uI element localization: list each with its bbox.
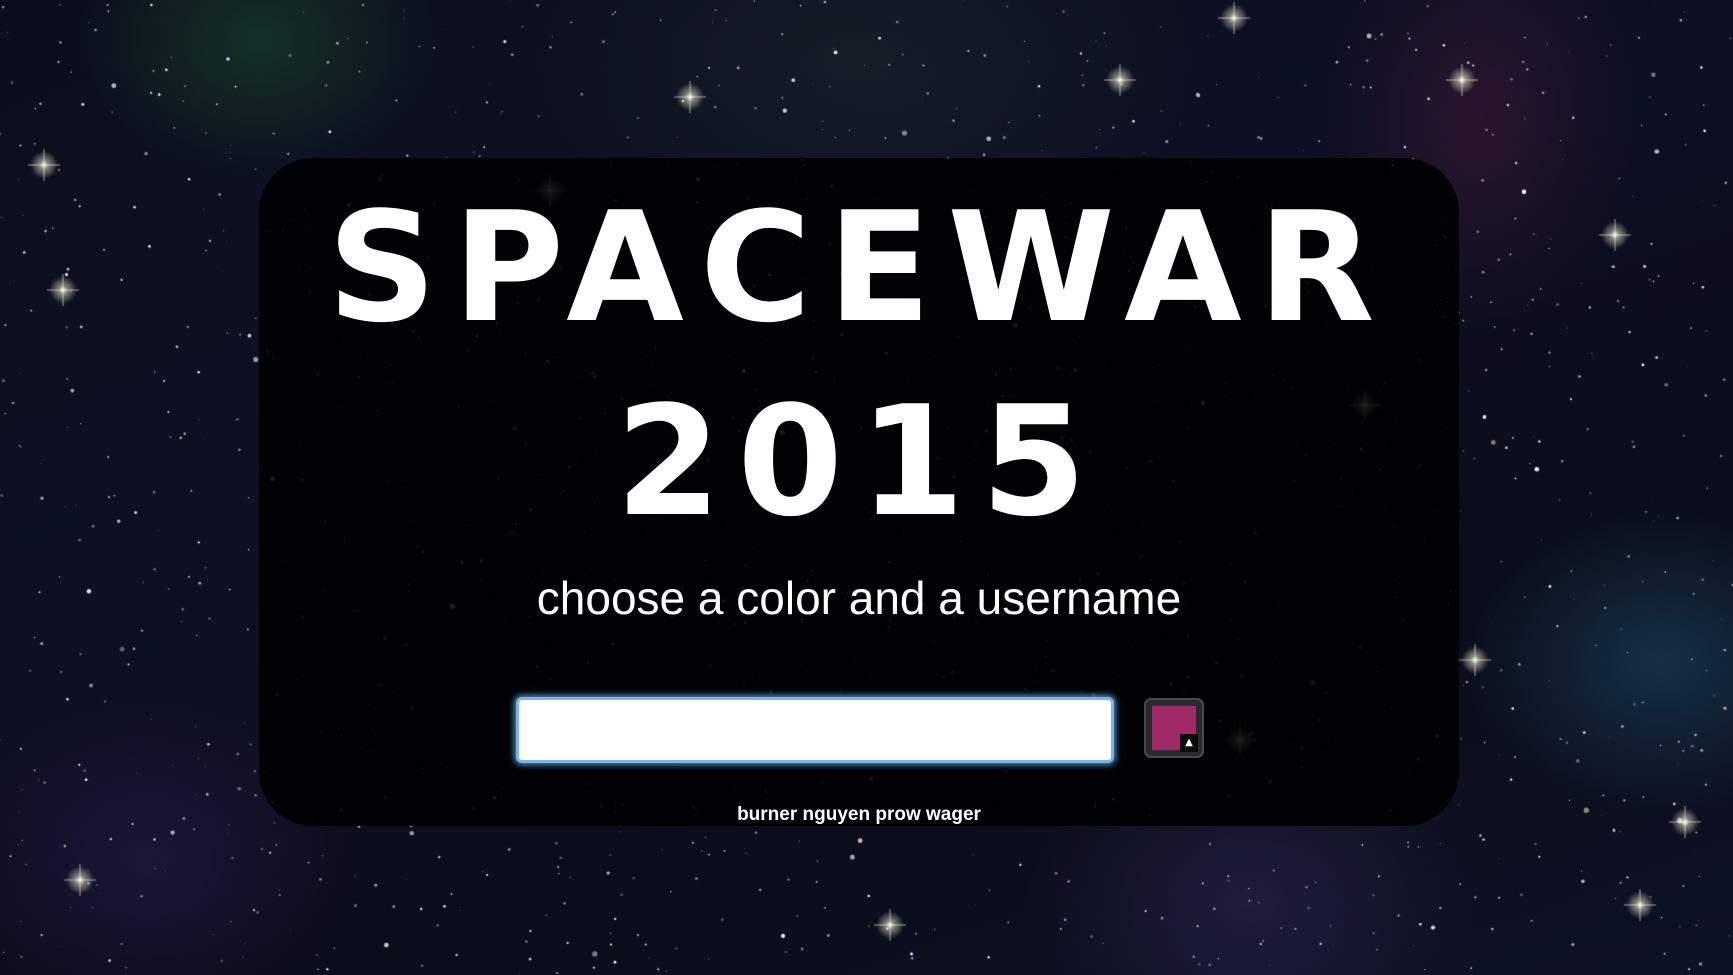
instructions-text: choose a color and a username (536, 572, 1182, 624)
suggested-username: burner nguyen prow wager (737, 804, 981, 825)
color-picker-button[interactable]: ▲ (1144, 698, 1204, 758)
game-title-line2: 2015 (615, 373, 1103, 550)
username-input[interactable] (516, 697, 1114, 763)
game-title-line1: SPACEWAR (327, 179, 1391, 356)
game-screen: SPACEWAR 2015 choose a color and a usern… (0, 0, 1733, 975)
caret-up-icon: ▲ (1180, 734, 1198, 752)
